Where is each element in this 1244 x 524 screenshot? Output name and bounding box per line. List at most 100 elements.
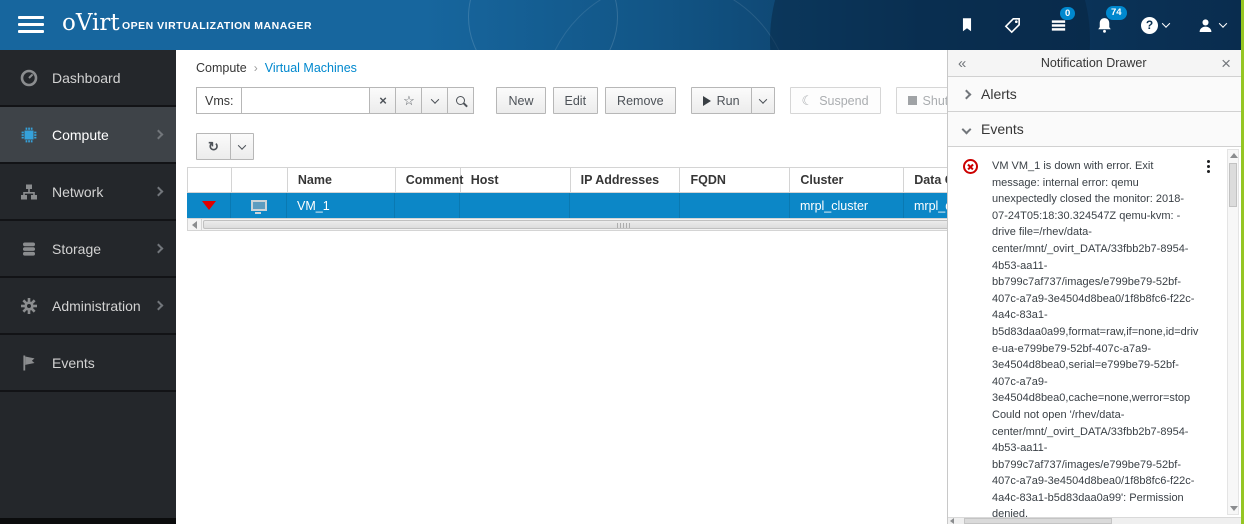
scroll-left-button[interactable] (188, 219, 202, 230)
sidebar-item-label: Storage (52, 240, 102, 257)
chevron-down-icon (961, 124, 972, 134)
refresh-options-button[interactable] (229, 133, 254, 160)
bookmark-icon (962, 18, 972, 32)
scrollbar-thumb[interactable] (964, 518, 1112, 524)
column-header-cluster[interactable]: Cluster (790, 168, 905, 192)
scrollbar-thumb[interactable] (203, 220, 1031, 229)
breadcrumb: Compute › Virtual Machines (196, 61, 357, 75)
breadcrumb-current-link[interactable]: Virtual Machines (265, 61, 357, 75)
column-header-comment[interactable]: Comment (396, 168, 463, 192)
refresh-button[interactable]: ↻ (196, 133, 231, 160)
new-button[interactable]: New (496, 87, 546, 114)
notifications-button[interactable]: 74 (1095, 6, 1127, 35)
gear-icon (19, 296, 39, 316)
edit-button[interactable]: Edit (552, 87, 599, 114)
events-accordion[interactable]: Events (948, 112, 1241, 147)
events-list: VM VM_1 is down with error. Exit message… (948, 147, 1241, 517)
scroll-up-button[interactable] (1230, 153, 1238, 158)
drawer-collapse-icon[interactable]: « (958, 56, 966, 71)
run-button[interactable]: Run (690, 87, 752, 114)
moon-icon: ☾ (801, 93, 814, 108)
user-icon (1199, 18, 1212, 32)
kebab-menu-icon[interactable] (1207, 160, 1210, 163)
vertical-nav: Dashboard Compute Network Storage Admini… (0, 50, 176, 524)
sidebar-item-network[interactable]: Network (0, 164, 176, 221)
tasks-count-badge: 0 (1060, 6, 1076, 20)
chevron-down-icon (1161, 19, 1171, 28)
scrollbar-thumb[interactable] (1229, 163, 1237, 207)
cell-cluster: mrpl_cluster (790, 193, 904, 218)
chevron-down-icon (1218, 19, 1228, 28)
chevron-down-icon (430, 94, 440, 104)
search-bar: Vms: × ☆ (196, 87, 475, 114)
search-button[interactable] (447, 87, 475, 114)
star-icon: ☆ (403, 93, 415, 108)
refresh-icon: ↻ (208, 139, 219, 154)
drawer-horizontal-scrollbar[interactable] (948, 517, 1241, 524)
clear-icon: × (379, 93, 387, 108)
clear-search-button[interactable]: × (369, 87, 397, 114)
sidebar-item-storage[interactable]: Storage (0, 221, 176, 278)
sidebar-item-compute[interactable]: Compute (0, 107, 176, 164)
search-options-button[interactable] (421, 87, 449, 114)
breadcrumb-separator-icon: › (253, 61, 258, 75)
arrow-left-icon (192, 220, 197, 229)
events-vertical-scrollbar[interactable] (1227, 149, 1239, 515)
alerts-accordion[interactable]: Alerts (948, 77, 1241, 112)
suspend-button[interactable]: ☾ Suspend (789, 87, 881, 114)
remove-button[interactable]: Remove (605, 87, 676, 114)
column-header-fqdn[interactable]: FQDN (680, 168, 791, 192)
user-menu-button[interactable] (1196, 16, 1228, 35)
network-icon (19, 182, 39, 202)
chevron-right-icon (153, 186, 164, 197)
type-column-header[interactable] (232, 168, 288, 192)
search-icon (456, 96, 466, 105)
chevron-right-icon (153, 129, 164, 140)
table-row[interactable]: VM_1 mrpl_cluster mrpl_datacenter (187, 193, 1054, 218)
sidebar-item-label: Dashboard (52, 69, 121, 86)
cell-ip (570, 193, 680, 218)
drawer-title: Notification Drawer (1040, 56, 1147, 70)
bookmark-search-button[interactable]: ☆ (395, 87, 423, 114)
arrow-left-icon (950, 518, 954, 524)
column-header-host[interactable]: Host (461, 168, 571, 192)
sidebar-item-events[interactable]: Events (0, 335, 176, 392)
bookmark-button[interactable] (958, 15, 976, 35)
run-dropdown-button[interactable] (750, 87, 775, 114)
ovirt-logo[interactable]: oVirt (62, 10, 120, 36)
sidebar-item-label: Network (52, 183, 104, 200)
alerts-label: Alerts (981, 86, 1017, 102)
sidebar-item-administration[interactable]: Administration (0, 278, 176, 335)
sidebar-item-label: Administration (52, 297, 141, 314)
app-subtitle: OPEN VIRTUALIZATION MANAGER (122, 20, 313, 32)
event-message: VM VM_1 is down with error. Exit message… (992, 160, 1199, 517)
table-header-row: Name Comment Host IP Addresses FQDN Clus… (187, 167, 1054, 193)
events-label: Events (981, 121, 1024, 137)
flag-icon (19, 353, 39, 373)
table-horizontal-scrollbar[interactable] (187, 218, 1047, 231)
tag-icon (1004, 17, 1020, 33)
error-circle-icon (963, 159, 978, 174)
vm-status-down-icon (201, 201, 216, 210)
help-menu-button[interactable]: ? (1141, 16, 1171, 34)
chevron-right-icon (153, 300, 164, 311)
column-header-ip[interactable]: IP Addresses (571, 168, 681, 192)
stop-icon (907, 96, 917, 105)
status-column-header[interactable] (188, 168, 232, 192)
chevron-down-icon (758, 94, 767, 104)
notification-drawer: « Notification Drawer × Alerts Events VM… (947, 50, 1241, 524)
column-header-name[interactable]: Name (288, 168, 396, 192)
search-input[interactable] (242, 87, 371, 114)
tasks-button[interactable]: 0 (1049, 6, 1076, 35)
notifications-count-badge: 74 (1106, 6, 1127, 20)
tags-button[interactable] (1003, 16, 1022, 35)
sidebar-item-dashboard[interactable]: Dashboard (0, 50, 176, 107)
dashboard-icon (19, 68, 39, 88)
close-icon[interactable]: × (1221, 55, 1231, 72)
event-list-item[interactable]: VM VM_1 is down with error. Exit message… (948, 147, 1241, 517)
cell-fqdn (680, 193, 790, 218)
scroll-down-button[interactable] (1230, 506, 1238, 511)
cell-name: VM_1 (287, 193, 395, 218)
breadcrumb-section[interactable]: Compute (196, 61, 247, 75)
menu-toggle-icon[interactable] (18, 16, 44, 37)
